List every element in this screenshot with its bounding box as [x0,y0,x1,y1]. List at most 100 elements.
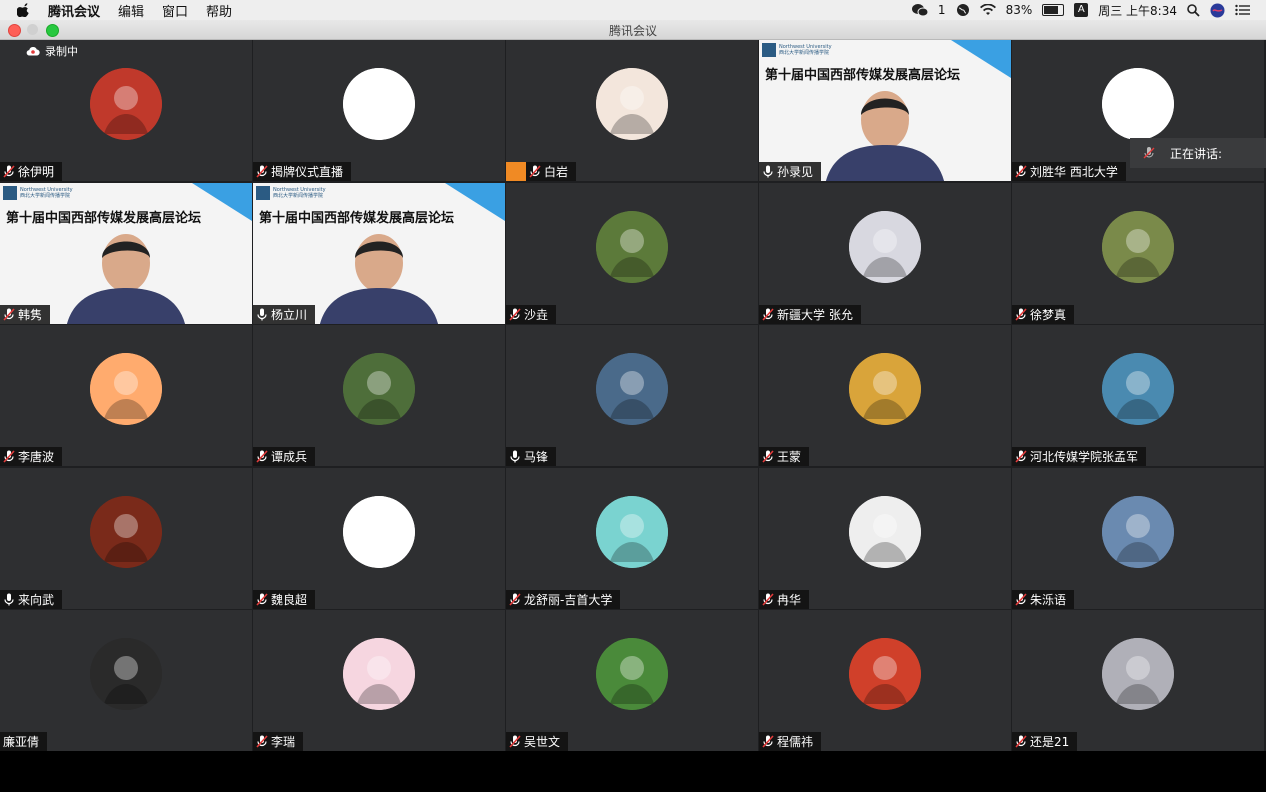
participant-name-bar: 杨立川 [253,304,316,324]
participant-avatar [343,638,415,710]
muted-mic-icon [1143,147,1155,159]
participant-tile[interactable]: 揭牌仪式直播 [253,40,505,181]
muted-mic-icon [256,735,268,748]
participant-name: 白岩 [544,165,569,179]
battery-icon[interactable] [1042,4,1065,16]
participant-tile[interactable]: 李唐波 [0,325,252,466]
muted-mic-icon [3,165,15,178]
menu-window[interactable]: 窗口 [162,1,188,20]
participant-tile[interactable]: 徐梦真 [1012,182,1264,324]
muted-mic-icon [509,735,521,748]
wechat-icon[interactable] [911,3,928,17]
participant-tile[interactable]: 还是21 [1012,610,1264,751]
participant-name: 朱泺语 [1030,592,1067,607]
participant-avatar [596,353,668,425]
participant-tile[interactable]: 吴世文 [506,610,758,751]
participant-avatar [849,210,921,283]
participant-name: 河北传媒学院张孟军 [1030,450,1139,464]
participant-tile[interactable]: 来向武 [0,467,252,609]
participant-tile[interactable]: 龙舒丽-吉首大学 [506,467,758,609]
siri-icon[interactable] [1210,3,1225,18]
notification-center-icon[interactable] [1235,4,1250,16]
participant-avatar [596,68,668,140]
participant-tile[interactable]: 王蒙 [759,325,1011,466]
participant-name-bar: 李唐波 [0,447,63,466]
muted-mic-icon [762,592,774,606]
participant-video: Northwest University 西北大学新闻传播学院 第十届中国西部传媒发… [253,182,505,324]
participant-avatar [343,495,415,568]
recording-label: 录制中 [45,45,78,58]
participant-name: 刘胜华 西北大学 [1030,165,1118,179]
participant-tile[interactable]: 白岩 [506,40,758,181]
participant-name: 李瑞 [271,735,296,749]
status-area: 1 83% A 周三 上午8:34 [911,0,1250,20]
apple-icon[interactable] [17,3,31,17]
wifi-icon[interactable] [979,4,996,16]
muted-mic-icon [529,165,541,178]
input-method-icon[interactable]: A [1074,3,1089,17]
participant-tile[interactable]: 廉亚倩 [0,610,252,751]
participant-avatar [90,353,162,425]
participant-name: 程儒祎 [777,735,814,749]
participant-name-bar: 廉亚倩 [0,732,48,751]
globe-icon[interactable] [956,3,970,17]
participant-name: 新疆大学 张允 [777,307,853,322]
participant-name-bar: 还是21 [1012,732,1078,751]
participant-name: 马锋 [524,450,549,464]
participant-name: 徐梦真 [1030,307,1067,322]
participant-tile[interactable]: Northwest University 西北大学新闻传播学院 第十届中国西部传媒发… [0,182,252,324]
participant-name: 孙录见 [777,165,814,179]
bottom-area [0,751,1266,792]
muted-mic-icon [3,307,15,321]
participant-name-bar: 魏良超 [253,589,316,609]
menu-bar: 腾讯会议 编辑 窗口 帮助 1 83% A 周三 上午8:34 [0,0,1266,20]
participant-tile[interactable]: 冉华 [759,467,1011,609]
participant-tile[interactable]: 新疆大学 张允 [759,182,1011,324]
menu-help[interactable]: 帮助 [206,1,232,20]
participant-name: 李唐波 [18,450,55,464]
participant-avatar [343,68,415,140]
participant-tile[interactable]: 朱泺语 [1012,467,1264,609]
menu-app-name[interactable]: 腾讯会议 [48,1,100,20]
muted-mic-icon [762,450,774,463]
participant-name-bar: 王蒙 [759,447,810,466]
participant-name-bar: 来向武 [0,589,63,609]
search-icon[interactable] [1187,3,1200,17]
participant-tile[interactable]: 程儒祎 [759,610,1011,751]
participant-name-bar: 程儒祎 [759,732,822,751]
participant-name-bar: 新疆大学 张允 [759,304,861,324]
participant-tile[interactable]: 李瑞 [253,610,505,751]
clock[interactable]: 周三 上午8:34 [1098,2,1177,19]
wechat-count: 1 [937,3,946,17]
participant-name: 王蒙 [777,450,802,464]
participant-name-bar: 沙垚 [506,304,557,324]
participant-video: Northwest University 西北大学新闻传播学院 第十届中国西部传媒发… [759,40,1011,181]
video-banner: 第十届中国西部传媒发展高层论坛 [6,210,202,226]
participant-avatar [1102,210,1174,283]
participant-tile[interactable]: 徐伊明 [0,40,252,181]
participant-tile[interactable]: Northwest University 西北大学新闻传播学院 第十届中国西部传媒发… [253,182,505,324]
participant-tile[interactable]: 马锋 [506,325,758,466]
participant-name: 冉华 [777,592,802,607]
meeting-gallery: 录制中 正在讲话: 徐伊明 揭牌仪式直播 白岩 Northwest Universit… [0,40,1266,751]
participant-avatar [1102,68,1174,140]
muted-mic-icon [256,592,268,606]
participant-name: 杨立川 [271,307,308,322]
participant-tile[interactable]: Northwest University 西北大学新闻传播学院 第十届中国西部传媒发… [759,40,1011,181]
menu-edit[interactable]: 编辑 [118,1,144,20]
participant-avatar [90,638,162,710]
participant-name: 吴世文 [524,735,561,749]
muted-mic-icon [1015,735,1027,748]
participant-avatar [90,68,162,140]
window-title: 腾讯会议 [608,24,657,38]
recording-indicator[interactable]: 录制中 [26,43,78,59]
participant-tile[interactable]: 河北传媒学院张孟军 [1012,325,1264,466]
participant-name-bar: 龙舒丽-吉首大学 [506,589,621,609]
participant-tile[interactable]: 魏良超 [253,467,505,609]
muted-mic-icon [256,165,268,178]
participant-avatar [849,638,921,710]
participant-name-bar: 徐伊明 [0,162,63,181]
participant-tile[interactable]: 沙垚 [506,182,758,324]
participant-name: 来向武 [18,592,55,607]
participant-tile[interactable]: 谭成兵 [253,325,505,466]
